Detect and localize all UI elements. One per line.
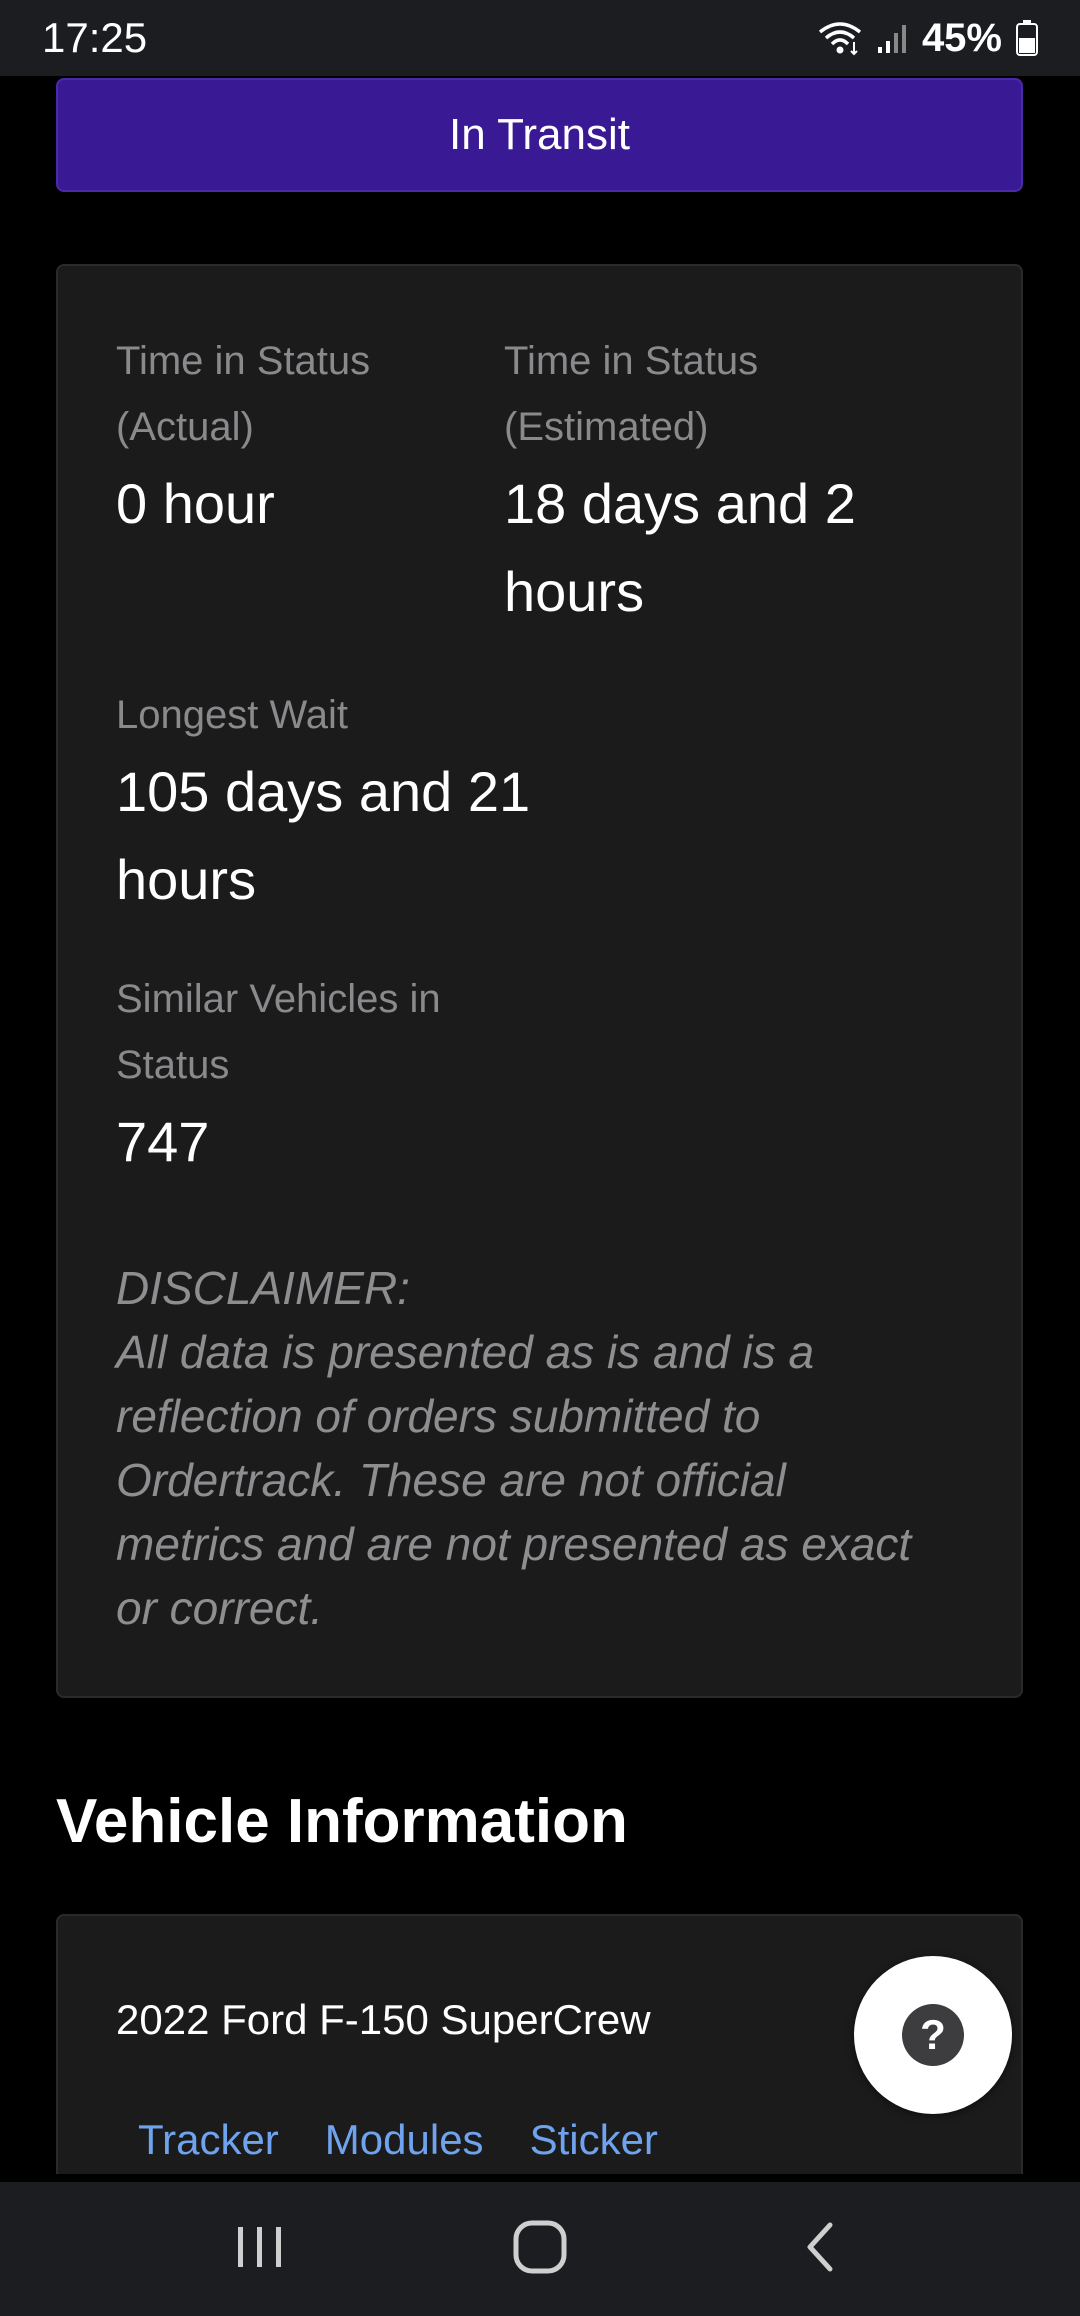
help-button[interactable]: ? xyxy=(854,1956,1012,2114)
back-icon xyxy=(800,2221,840,2278)
home-button[interactable] xyxy=(480,2199,600,2299)
status-button-label: In Transit xyxy=(449,110,630,159)
question-mark-icon: ? xyxy=(902,2004,964,2066)
disclaimer: DISCLAIMER: All data is presented as is … xyxy=(116,1256,936,1640)
battery-icon xyxy=(1016,20,1038,56)
stat-similar-vehicles: Similar Vehicles in Status 747 xyxy=(116,966,516,1186)
status-button-in-transit[interactable]: In Transit xyxy=(56,78,1023,192)
status-bar: 17:25 45% xyxy=(0,0,1080,76)
back-button[interactable] xyxy=(760,2199,880,2299)
tracker-link[interactable]: Tracker xyxy=(138,2116,279,2164)
modules-link[interactable]: Modules xyxy=(325,2116,484,2164)
vehicle-name: 2022 Ford F-150 SuperCrew xyxy=(116,1996,651,2043)
stat-time-actual-value: 0 hour xyxy=(116,472,275,535)
stat-longest-wait-label: Longest Wait xyxy=(116,693,348,737)
sticker-link[interactable]: Sticker xyxy=(530,2116,658,2164)
home-icon xyxy=(512,2219,568,2280)
navigation-bar xyxy=(0,2182,1080,2316)
status-stats-card: Time in Status (Actual) 0 hour Time in S… xyxy=(56,264,1023,1698)
disclaimer-text: All data is presented as is and is a ref… xyxy=(116,1326,912,1634)
wifi-icon xyxy=(818,20,862,56)
stat-time-actual-label: Time in Status (Actual) xyxy=(116,339,371,449)
status-icons: 45% xyxy=(818,16,1038,61)
recent-apps-icon xyxy=(234,2223,286,2276)
vehicle-links: Tracker Modules Sticker xyxy=(138,2116,658,2164)
vehicle-information-heading: Vehicle Information xyxy=(56,1787,628,1856)
stat-similar-vehicles-label: Similar Vehicles in Status xyxy=(116,977,441,1087)
stat-time-estimated-label: Time in Status (Estimated) xyxy=(504,339,759,449)
battery-percentage: 45% xyxy=(921,15,1002,60)
status-time: 17:25 xyxy=(42,14,148,61)
stat-longest-wait: Longest Wait 105 days and 21 hours xyxy=(116,682,596,924)
stat-similar-vehicles-value: 747 xyxy=(116,1110,210,1173)
stat-time-estimated: Time in Status (Estimated) 18 days and 2… xyxy=(504,328,924,636)
signal-icon xyxy=(876,21,908,55)
disclaimer-title: DISCLAIMER: xyxy=(116,1262,410,1314)
recent-apps-button[interactable] xyxy=(200,2199,320,2299)
stat-longest-wait-value: 105 days and 21 hours xyxy=(116,760,531,911)
stat-time-estimated-value: 18 days and 2 hours xyxy=(504,472,856,623)
stat-time-actual: Time in Status (Actual) 0 hour xyxy=(116,328,476,548)
